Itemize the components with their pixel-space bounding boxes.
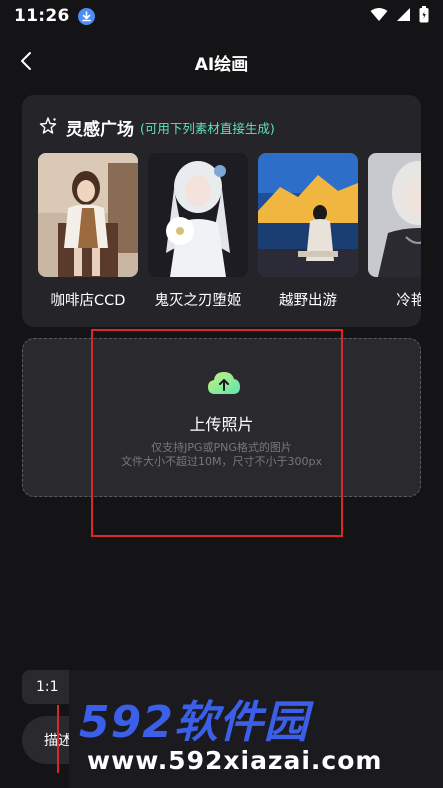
wifi-icon	[370, 7, 388, 26]
sparkle-star-icon	[38, 116, 58, 140]
signal-icon	[396, 7, 411, 26]
status-time: 11:26	[14, 6, 70, 26]
gallery-label: 冷艳少	[396, 293, 421, 309]
inspiration-card: 灵感广场 (可用下列素材直接生成) 咖啡店CCD 鬼灭之刃堕姬 越野出游 冷艳	[22, 95, 421, 327]
gallery-item-demon-slayer[interactable]: 鬼灭之刃堕姬	[148, 153, 248, 310]
status-bar: 11:26	[0, 0, 443, 32]
inspiration-gallery[interactable]: 咖啡店CCD 鬼灭之刃堕姬 越野出游 冷艳	[38, 153, 421, 313]
gallery-item-cold-beauty[interactable]: 冷艳少	[368, 153, 421, 310]
page-title: AI绘画	[194, 55, 249, 75]
gallery-label: 咖啡店CCD	[50, 293, 126, 309]
gallery-label: 越野出游	[279, 293, 337, 309]
gallery-thumb-demon-slayer	[148, 153, 248, 277]
watermark-url: www.592xiazai.com	[87, 746, 383, 775]
nav-bar: AI绘画	[0, 40, 443, 82]
inspiration-hint: (可用下列素材直接生成)	[140, 121, 275, 136]
gallery-item-cafe-ccd[interactable]: 咖啡店CCD	[38, 153, 138, 310]
inspiration-title: 灵感广场	[66, 120, 134, 140]
gallery-item-offroad[interactable]: 越野出游	[258, 153, 358, 310]
gallery-thumb-cafe	[38, 153, 138, 277]
annotation-highlight-edge	[57, 705, 69, 773]
watermark-overlay: 592软件园 www.592xiazai.com	[69, 670, 443, 788]
gallery-thumb-cold-beauty	[368, 153, 421, 277]
download-icon	[77, 7, 95, 25]
watermark-brand: 592软件园	[79, 697, 309, 748]
annotation-highlight-box	[91, 329, 343, 537]
gallery-thumb-offroad	[258, 153, 358, 277]
inspiration-header: 灵感广场 (可用下列素材直接生成)	[38, 115, 275, 140]
battery-icon	[419, 5, 429, 27]
gallery-label: 鬼灭之刃堕姬	[154, 293, 242, 309]
